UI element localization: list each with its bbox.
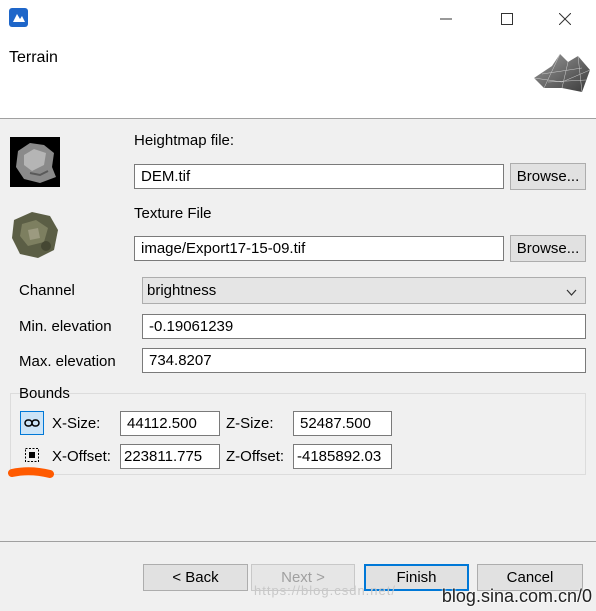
z-size-input[interactable]: 52487.500 [293, 411, 392, 436]
page-title: Terrain [9, 49, 58, 66]
title-bar [0, 0, 596, 38]
texture-label: Texture File [134, 205, 212, 222]
maximize-icon[interactable] [485, 4, 529, 34]
footer-divider [0, 541, 596, 542]
link-size-toggle[interactable] [20, 411, 44, 435]
grid-target-icon [24, 447, 40, 467]
max-elevation-input[interactable]: 734.8207 [142, 348, 586, 373]
heightmap-label: Heightmap file: [134, 132, 235, 149]
app-icon [9, 8, 28, 27]
x-size-label: X-Size: [52, 415, 101, 432]
minimize-icon[interactable] [424, 4, 468, 34]
z-size-label: Z-Size: [226, 415, 274, 432]
channel-select-value: brightness [147, 282, 217, 299]
close-icon[interactable] [543, 4, 587, 34]
z-offset-input[interactable]: -4185892.03 [293, 444, 392, 469]
z-offset-label: Z-Offset: [226, 448, 285, 465]
bounds-label: Bounds [19, 385, 70, 402]
faint-watermark: https://blog.csdn.net/ [254, 583, 396, 598]
min-elevation-input[interactable]: -0.19061239 [142, 314, 586, 339]
wizard-header: Terrain [0, 38, 596, 119]
watermark: blog.sina.com.cn/0 [441, 586, 592, 606]
x-offset-input[interactable]: 223811.775 [120, 444, 220, 469]
back-button[interactable]: < Back [143, 564, 248, 591]
channel-label: Channel [19, 282, 75, 299]
chevron-down-icon [566, 285, 577, 302]
x-offset-label: X-Offset: [52, 448, 111, 465]
texture-thumbnail [10, 210, 60, 260]
heightmap-thumbnail [10, 137, 60, 187]
texture-file-input[interactable]: image/Export17-15-09.tif [134, 236, 504, 261]
heightmap-browse-button[interactable]: Browse... [510, 163, 586, 190]
texture-browse-button[interactable]: Browse... [510, 235, 586, 262]
x-size-input[interactable]: 44112.500 [120, 411, 220, 436]
link-icon [24, 415, 40, 432]
heightmap-file-input[interactable]: DEM.tif [134, 164, 504, 189]
annotation-mark [8, 466, 54, 484]
terrain-mesh-icon [532, 48, 592, 100]
max-elevation-label: Max. elevation [19, 353, 116, 370]
min-elevation-label: Min. elevation [19, 318, 112, 335]
channel-select[interactable]: brightness [142, 277, 586, 304]
